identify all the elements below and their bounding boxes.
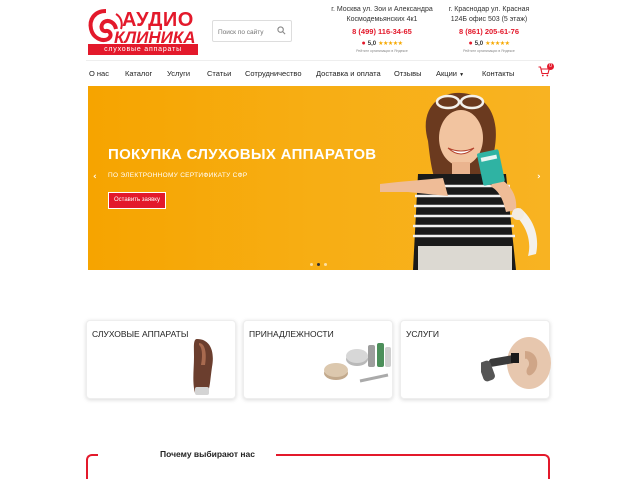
hero-title: ПОКУПКА СЛУХОВЫХ АППАРАТОВ xyxy=(108,146,377,163)
why-frame-right xyxy=(276,454,550,479)
slider-dots xyxy=(310,263,327,266)
search-input[interactable] xyxy=(213,22,275,43)
rating-stars-icon: ★★★★★ xyxy=(485,41,510,47)
branch-address: г. Москва ул. Зои и Александра Космодемь… xyxy=(331,6,433,23)
nav-item-promotions-label: Акции xyxy=(436,69,457,78)
accessories-image xyxy=(324,343,391,383)
chevron-right-icon[interactable]: › xyxy=(537,172,541,182)
hero-slider: ПОКУПКА СЛУХОВЫХ АППАРАТОВ ПО ЭЛЕКТРОННО… xyxy=(88,86,550,270)
main-nav: О нас Каталог Услуги Статьи Сотрудничест… xyxy=(86,60,550,86)
rating-value: 5,0 xyxy=(474,41,484,47)
slider-dot[interactable] xyxy=(324,263,327,266)
why-choose-us-title: Почему выбирают нас xyxy=(160,449,255,459)
nav-item-cooperation[interactable]: Сотрудничество xyxy=(245,69,302,78)
branch-krasnodar: г. Краснодар ул. Красная 124Б офис 503 (… xyxy=(444,5,534,54)
nav-item-reviews[interactable]: Отзывы xyxy=(394,69,421,78)
nav-item-promotions[interactable]: Акции ▼ xyxy=(436,69,464,78)
branch-phone[interactable]: 8 (499) 116-34-65 xyxy=(318,27,446,37)
request-button[interactable]: Оставить заявку xyxy=(108,192,166,209)
hero-subtitle: ПО ЭЛЕКТРОННОМУ СЕРТИФИКАТУ СФР xyxy=(108,172,248,179)
branch-moscow: г. Москва ул. Зои и Александра Космодемь… xyxy=(318,5,446,54)
hearing-aid-image xyxy=(193,339,213,395)
category-card-accessories[interactable]: ПРИНАДЛЕЖНОСТИ xyxy=(243,320,393,399)
search-icon[interactable] xyxy=(277,26,286,35)
nav-item-services[interactable]: Услуги xyxy=(167,69,190,78)
slider-dot[interactable] xyxy=(310,263,313,266)
rating-stars-icon: ★★★★★ xyxy=(378,41,403,47)
site-logo[interactable]: АУДИО КЛИНИКА слуховые аппараты xyxy=(86,8,198,55)
rating-note: Рейтинг организации в Яндексе xyxy=(356,49,408,53)
yandex-rating[interactable]: ● 5,0 ★★★★★ xyxy=(444,39,534,49)
yandex-rating[interactable]: ● 5,0 ★★★★★ xyxy=(318,39,446,49)
why-frame-left xyxy=(86,454,98,479)
map-pin-icon: ● xyxy=(468,40,473,47)
rating-value: 5,0 xyxy=(367,41,377,47)
map-pin-icon: ● xyxy=(361,40,366,47)
search-box xyxy=(212,20,292,43)
nav-item-articles[interactable]: Статьи xyxy=(207,69,231,78)
woman-with-card-image xyxy=(380,92,538,270)
nav-item-about[interactable]: О нас xyxy=(89,69,109,78)
category-card-services[interactable]: УСЛУГИ xyxy=(400,320,551,399)
cart-count-badge: 0 xyxy=(547,63,554,70)
rating-note: Рейтинг организации в Яндексе xyxy=(463,49,515,53)
logo-tagline: слуховые аппараты xyxy=(88,44,198,55)
chevron-left-icon[interactable]: ‹ xyxy=(93,172,97,182)
nav-item-catalog[interactable]: Каталог xyxy=(125,69,152,78)
nav-item-contacts[interactable]: Контакты xyxy=(482,69,514,78)
page: АУДИО КЛИНИКА слуховые аппараты г. Москв… xyxy=(0,0,634,479)
category-card-label: СЛУХОВЫЕ АППАРАТЫ xyxy=(92,329,189,339)
chevron-down-icon: ▼ xyxy=(459,72,465,78)
ear-exam-image xyxy=(481,337,551,389)
category-card-label: ПРИНАДЛЕЖНОСТИ xyxy=(249,329,334,339)
branch-address: г. Краснодар ул. Красная 124Б офис 503 (… xyxy=(448,6,530,23)
category-card-hearing-aids[interactable]: СЛУХОВЫЕ АППАРАТЫ xyxy=(86,320,236,399)
nav-item-delivery[interactable]: Доставка и оплата xyxy=(316,69,381,78)
branch-phone[interactable]: 8 (861) 205-61-76 xyxy=(444,27,534,37)
category-card-label: УСЛУГИ xyxy=(406,329,439,339)
slider-dot[interactable] xyxy=(317,263,320,266)
